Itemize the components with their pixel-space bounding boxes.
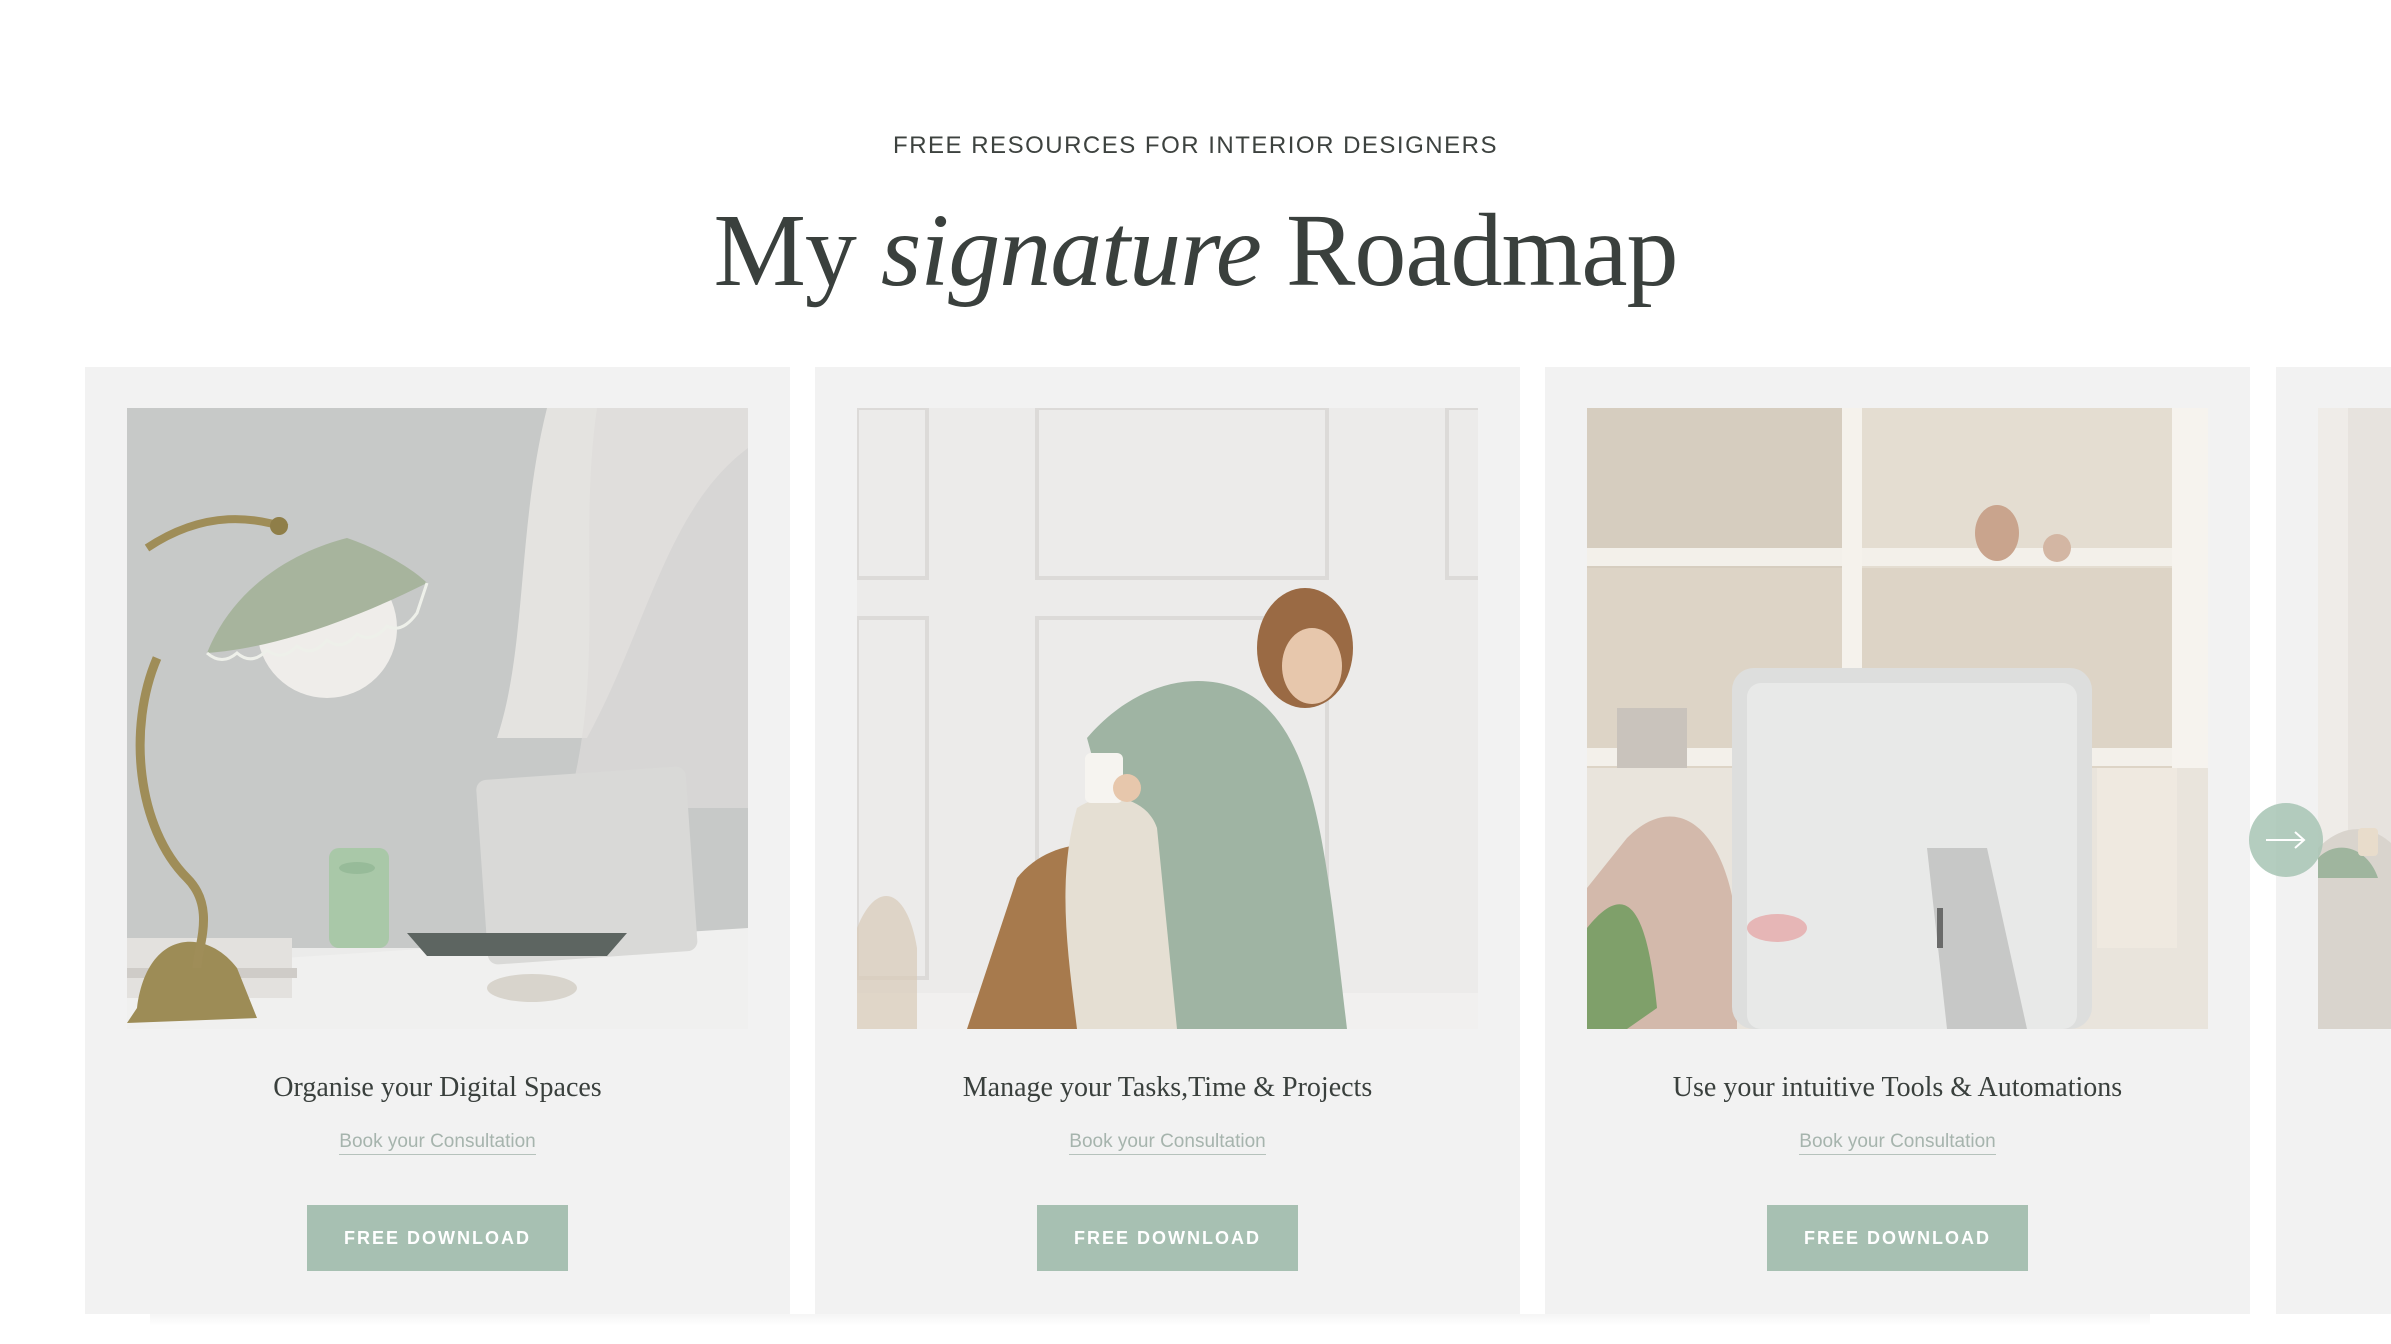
card-title: Manage your Tasks,Time & Projects: [962, 1072, 1373, 1103]
carousel-next-button[interactable]: [2249, 803, 2323, 877]
woman-rattan-chair-photo: [857, 408, 1478, 1029]
resource-card: Use your intuitive Tools & Automations B…: [1545, 367, 2250, 1314]
card-title: Organise your Digital Spaces: [273, 1072, 602, 1103]
desktop-computer-shelves-photo: [1587, 408, 2208, 1029]
free-download-button[interactable]: FREE DOWNLOAD: [1037, 1205, 1298, 1271]
consultation-link-label[interactable]: Book your Consultation: [1799, 1131, 1996, 1155]
headline-start: My: [713, 193, 856, 308]
arrow-right-icon: [2266, 831, 2306, 849]
carousel-shadow: [150, 1314, 2150, 1326]
resource-card: Manage your Tasks,Time & Projects Book y…: [815, 367, 1520, 1314]
desk-lamp-laptop-photo: [127, 408, 748, 1029]
headline-accent: signature: [880, 193, 1262, 308]
consultation-link[interactable]: Book your Consultation: [1545, 1131, 2250, 1155]
headline-end: Roadmap: [1285, 193, 1679, 308]
card-title: Use your intuitive Tools & Automations: [1672, 1072, 2123, 1103]
resource-card: Organise your Digital Spaces Book your C…: [85, 367, 790, 1314]
next-card-photo: [2318, 408, 2391, 1029]
consultation-link-label[interactable]: Book your Consultation: [339, 1131, 536, 1155]
section-headline: My signature Roadmap: [0, 186, 2391, 316]
resource-carousel: Organise your Digital Spaces Book your C…: [85, 367, 2391, 1314]
free-download-button[interactable]: FREE DOWNLOAD: [1767, 1205, 2028, 1271]
resources-section: FREE RESOURCES FOR INTERIOR DESIGNERS My…: [0, 0, 2391, 1344]
section-eyebrow: FREE RESOURCES FOR INTERIOR DESIGNERS: [893, 132, 1498, 159]
consultation-link[interactable]: Book your Consultation: [85, 1131, 790, 1155]
consultation-link[interactable]: Book your Consultation: [815, 1131, 1520, 1155]
free-download-button[interactable]: FREE DOWNLOAD: [307, 1205, 568, 1271]
consultation-link-label[interactable]: Book your Consultation: [1069, 1131, 1266, 1155]
